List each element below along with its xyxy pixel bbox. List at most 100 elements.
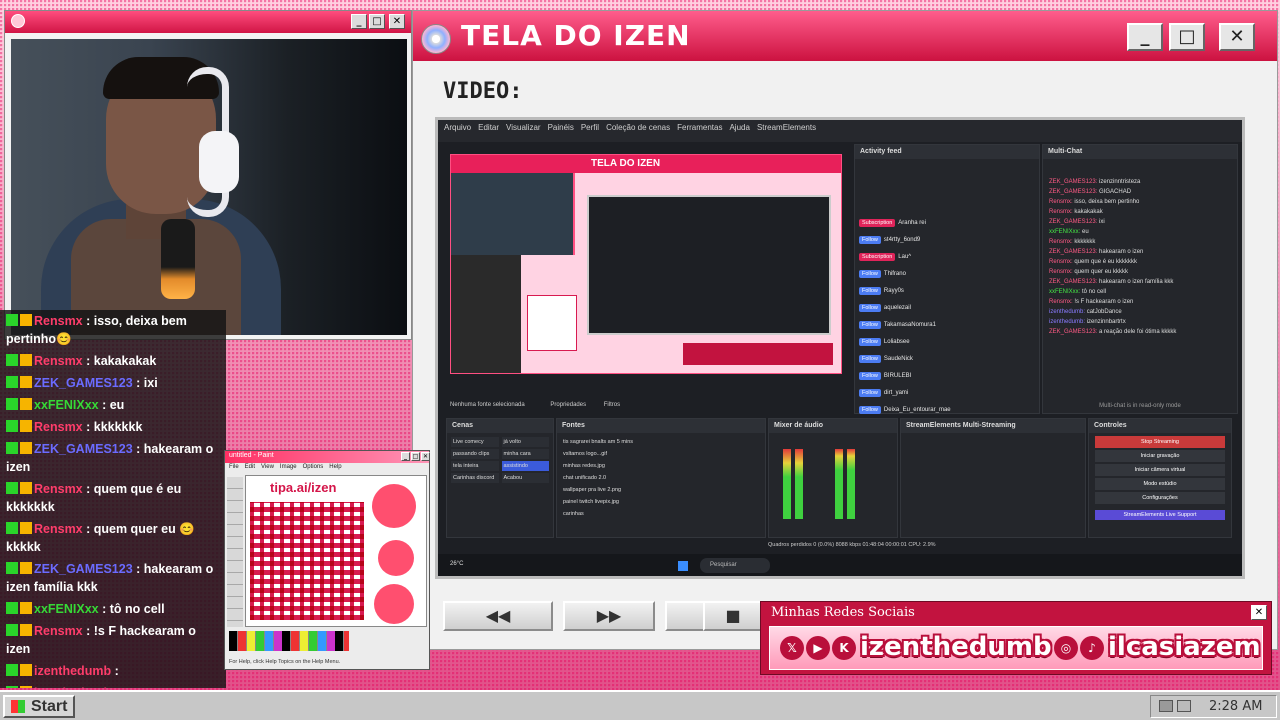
mascot-icon [372,484,416,528]
multichat-text: kkkkkkk [1074,239,1096,245]
filters-button[interactable]: Filtros [604,402,620,408]
activity-row: Follow dirt_yami [855,385,1039,402]
network-icon[interactable] [1159,700,1173,712]
tela-window: TELA DO IZEN _ □ ✕ VIDEO: Arquivo Editar V… [412,10,1278,650]
maximize-button[interactable]: □ [369,14,385,29]
sources-panel: Fontes tis sagrarei bnalts am 5 mins vslt… [556,418,766,538]
scene-item[interactable]: tela inteira [451,461,499,471]
control-button[interactable]: Modo estúdio [1095,478,1225,490]
activity-tag: Follow [859,355,881,363]
stop-button[interactable]: ■ [703,601,763,631]
activity-tag: Follow [859,236,881,244]
scene-item[interactable]: assistindo [501,461,549,471]
scene-item[interactable]: Live comecy [451,437,499,447]
source-item[interactable]: painel twitch livepix.jpg [563,496,759,508]
mixer-panel: Mixer de áudio [768,418,898,538]
maximize-button[interactable]: □ [411,452,420,461]
scene-item[interactable]: já volto [501,437,549,447]
obs-menu-item[interactable]: Ajuda [729,123,749,132]
control-button[interactable]: Stop Streaming [1095,436,1225,448]
scenes-list: Live comecy já volto passando clips minha c… [447,433,553,487]
chat-message: Rensmx : kakakakak [0,350,226,372]
scene-item[interactable]: Acabou [501,473,549,483]
control-button[interactable]: Iniciar câmera virtual [1095,464,1225,476]
activity-row: Follow SaudeNick [855,351,1039,368]
multichat-message: ZEK_GAMES123: GIGACHAD [1043,187,1237,197]
obs-menu-item[interactable]: Arquivo [444,123,471,132]
activity-row: Subscription Aranha rei [855,215,1039,232]
control-button[interactable]: Iniciar gravação [1095,450,1225,462]
paint-menu-item[interactable]: Help [329,464,341,470]
minimize-button[interactable]: _ [351,14,367,29]
fast-forward-button[interactable]: ▶▶ [563,601,655,631]
close-button[interactable]: ✕ [1219,23,1255,51]
preview-nested-screen [587,195,831,335]
obs-status-bar: Quadros perdidos 0 (0.0%) 8088 kbps 01:4… [768,542,936,548]
multichat-message: ZEK_GAMES123: hakearam o izen [1043,247,1237,257]
kick-badge-icon [6,398,18,410]
chat-message: Rensmx : quem quer eu 😊 kkkkk [0,518,226,558]
activity-tag: Follow [859,372,881,380]
obs-menu-item[interactable]: Ferramentas [677,123,722,132]
source-item[interactable]: vsltamos logo...gif [563,448,759,460]
source-item[interactable]: minhas redes.jpg [563,460,759,472]
obs-menu-item[interactable]: StreamElements [757,123,816,132]
multichat-text: quem que é eu kkkkkkk [1074,259,1138,265]
paint-status-bar: For Help, click Help Topics on the Help … [229,659,341,665]
paint-menu-item[interactable]: Image [280,464,297,470]
paint-toolbox[interactable] [227,477,243,627]
multichat-username: ZEK_GAMES123: [1049,219,1100,225]
source-item[interactable]: wallpaper pra live 2.png [563,484,759,496]
paint-canvas[interactable]: tipa.ai/izen [245,475,427,627]
multichat-username: Rensmx: [1049,209,1075,215]
obs-menu-item[interactable]: Painéis [548,123,574,132]
source-toolbar: Nenhuma fonte selecionada Propriedades F… [450,402,850,414]
control-button[interactable]: Configurações [1095,492,1225,504]
start-button[interactable]: Start [3,695,75,718]
scene-item[interactable]: minha cara [501,449,549,459]
minimize-button[interactable]: _ [1127,23,1163,51]
windows-icon[interactable] [678,561,688,571]
multichat-footer: Multi-chat is in read-only mode [1099,403,1181,409]
obs-menu-item[interactable]: Visualizar [506,123,541,132]
multichat-message: Rensmx: isso, deixa bem pertinho [1043,197,1237,207]
close-button[interactable]: ✕ [1251,605,1267,620]
multichat-text: !s F hackearam o izen [1074,299,1134,305]
source-item[interactable]: chat unificado 2.0 [563,472,759,484]
multichat-text: hakearam o izen [1099,249,1144,255]
source-item[interactable]: tis sagrarei bnalts am 5 mins [563,436,759,448]
minimize-button[interactable]: _ [401,452,410,461]
obs-menu-item[interactable]: Editar [478,123,499,132]
activity-row: Follow Loliabsee [855,334,1039,351]
activity-feed-title: Activity feed [855,145,1039,159]
properties-button[interactable]: Propriedades [550,402,586,408]
volume-icon[interactable] [1177,700,1191,712]
scene-item[interactable]: Carinhas discord [451,473,499,483]
scene-item[interactable]: passando clips [451,449,499,459]
multichat-message: xxFENIXxx: tô no cell [1043,287,1237,297]
paint-color-palette[interactable] [229,631,349,651]
multichat-title: Multi-Chat [1043,145,1237,159]
obs-menu-item[interactable]: Perfil [581,123,599,132]
controls-title: Controles [1089,419,1231,433]
obs-menu-item[interactable]: Coleção de cenas [606,123,670,132]
chat-message: Rensmx : !s F hackearam o izen [0,620,226,660]
close-button[interactable]: ✕ [389,14,405,29]
maximize-button[interactable]: □ [1169,23,1205,51]
paint-titlebar: untitled - Paint _ □ ✕ [225,451,430,463]
paint-menu-item[interactable]: Edit [245,464,255,470]
rewind-button[interactable]: ◀◀ [443,601,553,631]
paint-menu-item[interactable]: File [229,464,239,470]
sub-badge-icon [20,664,32,676]
paint-menu-item[interactable]: View [261,464,274,470]
live-support-button[interactable]: StreamElements Live Support [1095,510,1225,520]
multichat-username: izenthedumb: [1049,319,1087,325]
source-item[interactable]: carinhas [563,508,759,520]
x-icon: 𝕏 [780,636,804,660]
audio-meter [835,449,843,519]
search-input[interactable]: Pesquisar [700,558,770,573]
paint-menu-item[interactable]: Options [303,464,324,470]
social-handle: izenthedumb [860,632,1052,662]
close-button[interactable]: ✕ [421,452,430,461]
kick-badge-icon [6,354,18,366]
